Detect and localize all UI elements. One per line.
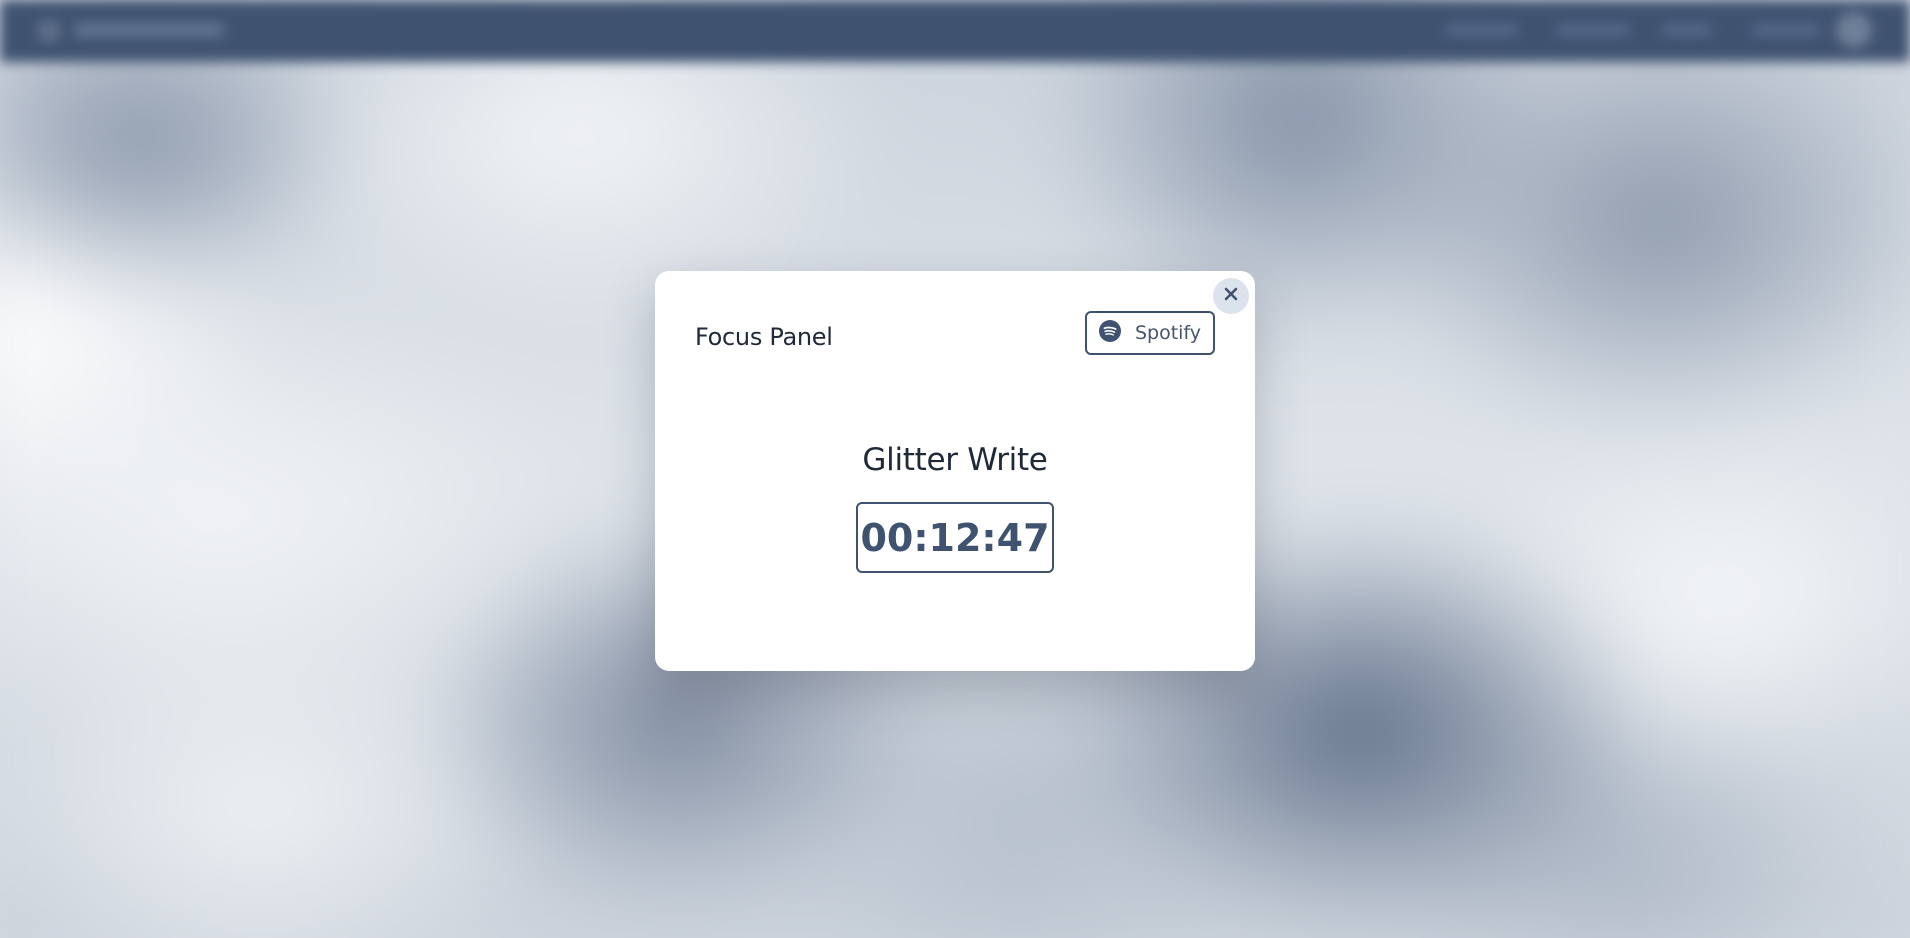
spotify-button[interactable]: Spotify [1085, 311, 1215, 355]
page: Focus Panel Spotify Glitter Write 00:12:… [0, 0, 1910, 938]
nav-item-4 [1752, 24, 1820, 36]
app-brand [74, 22, 224, 38]
modal-title: Focus Panel [695, 323, 833, 351]
close-icon [1224, 287, 1238, 306]
timer-value: 00:12:47 [860, 515, 1050, 560]
timer-display: 00:12:47 [856, 502, 1054, 573]
project-name: Glitter Write [862, 442, 1048, 478]
close-button[interactable] [1213, 278, 1249, 314]
spotify-icon [1098, 319, 1121, 347]
blurred-top-navbar [0, 0, 1910, 62]
app-logo [38, 20, 60, 42]
focus-panel-modal: Focus Panel Spotify Glitter Write 00:12:… [655, 271, 1255, 671]
spotify-button-label: Spotify [1134, 322, 1202, 344]
nav-item-2 [1556, 24, 1630, 36]
avatar [1836, 12, 1872, 48]
nav-item-3 [1662, 24, 1712, 36]
nav-item-1 [1446, 24, 1518, 36]
